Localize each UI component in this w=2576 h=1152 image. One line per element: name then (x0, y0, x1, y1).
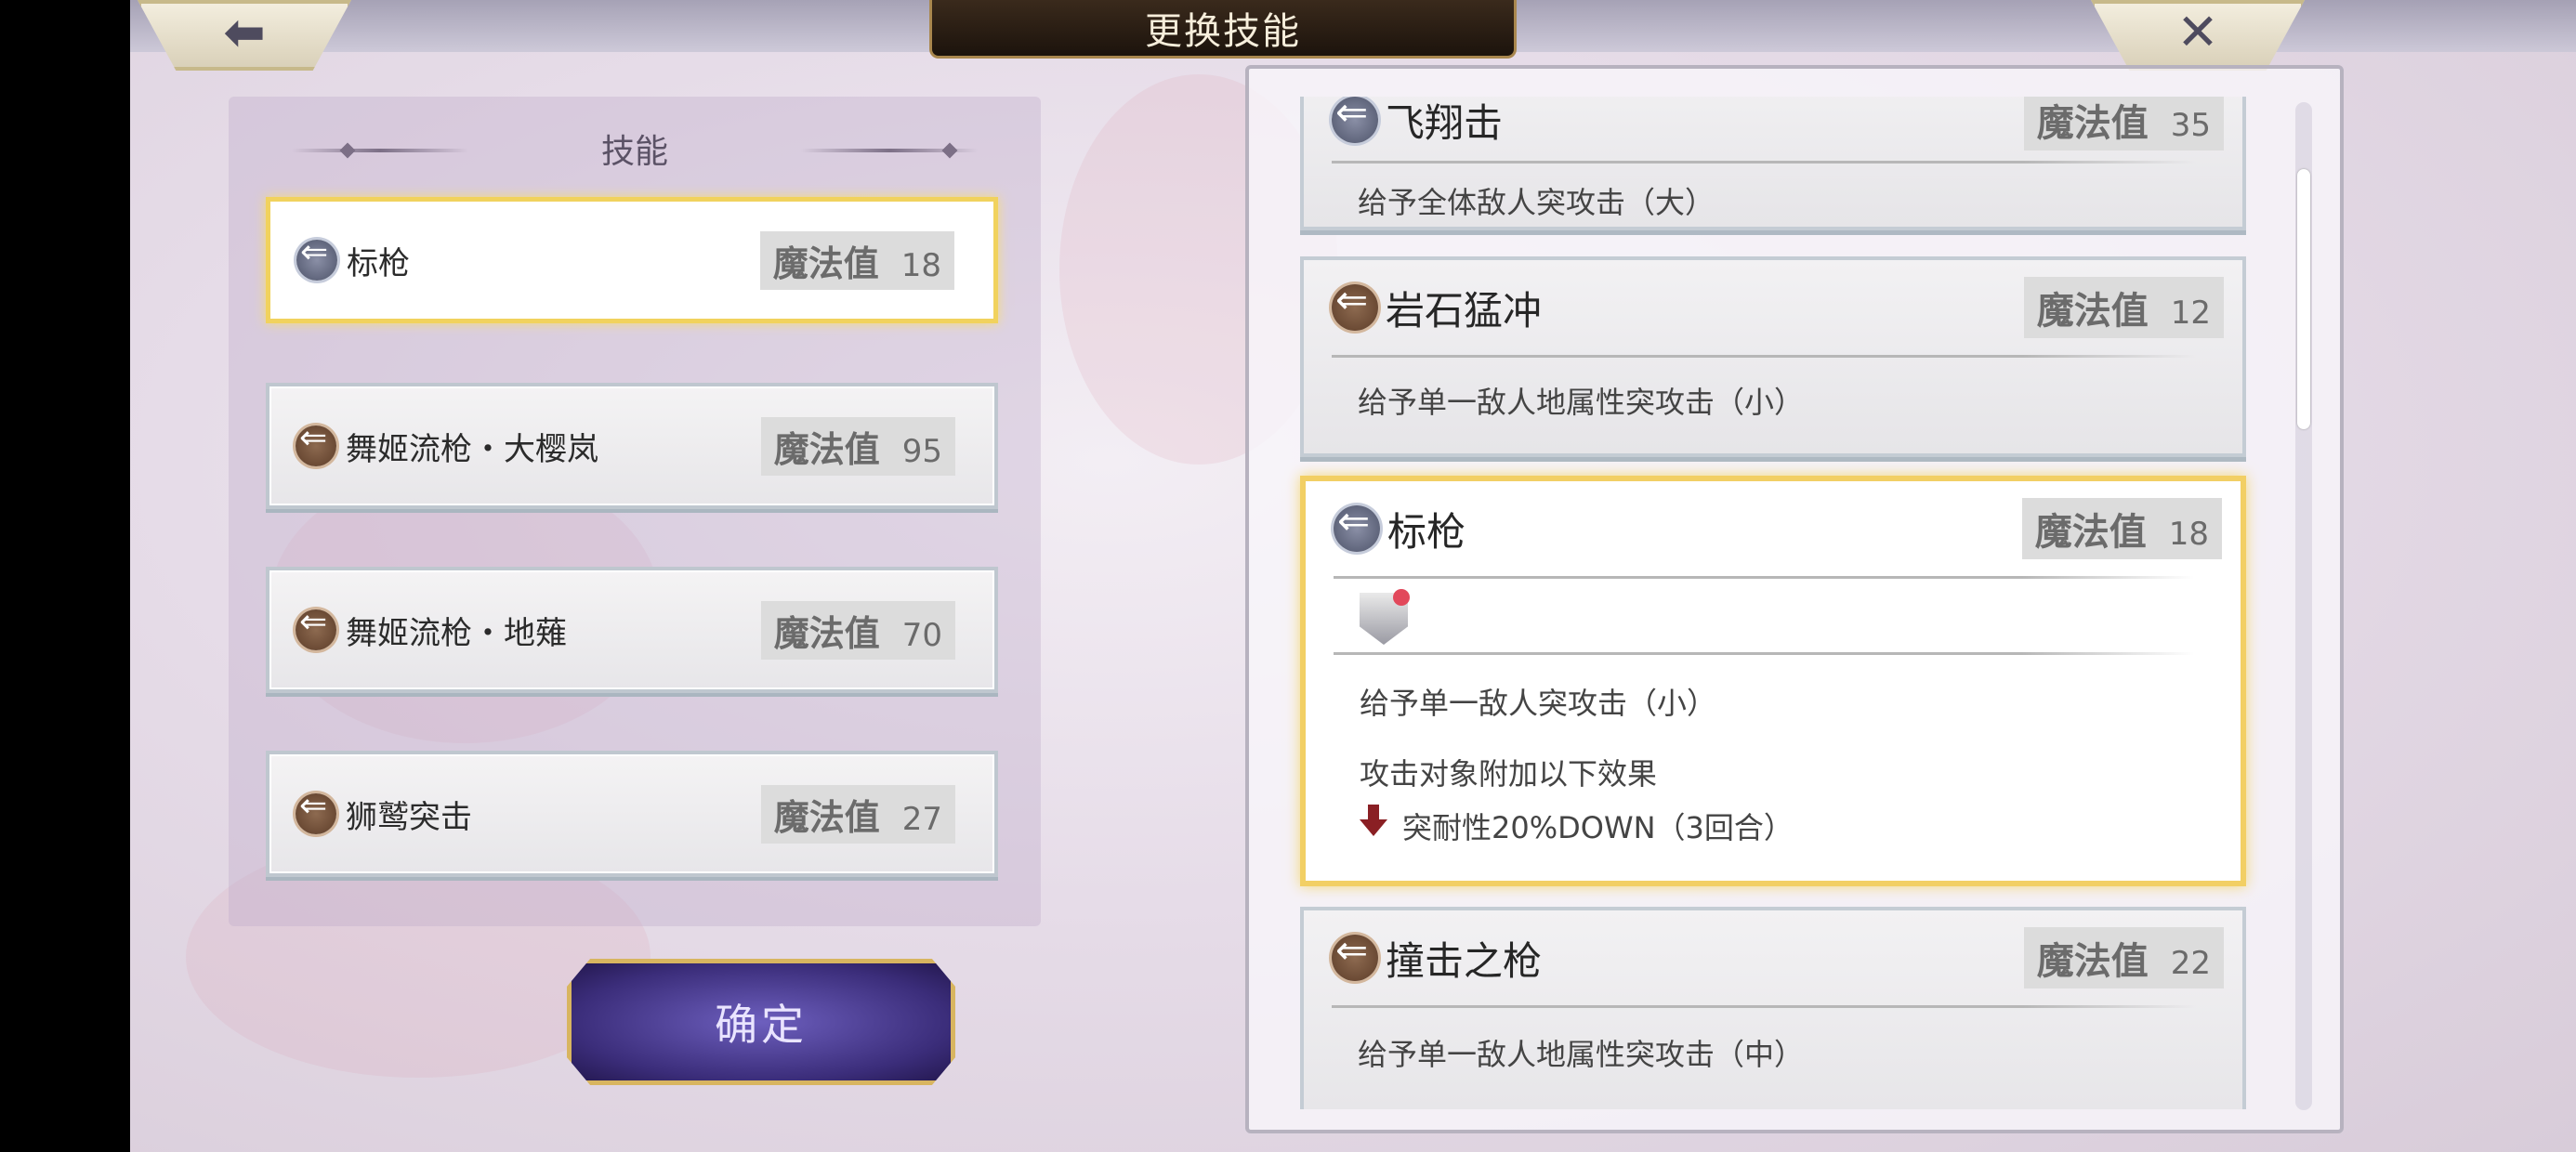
mp-value: 12 (2170, 295, 2211, 332)
spear-icon (296, 236, 337, 281)
mp-label: 魔法值 (2036, 102, 2149, 145)
arrow-left-icon: ⬅ (223, 3, 266, 61)
skill-slot-2[interactable]: 舞姬流枪・大樱岚 魔法值 95 (266, 383, 998, 509)
card-title: 撞击之枪 (1386, 937, 1543, 984)
mp-label: 魔法值 (773, 612, 880, 654)
mp-tag: 魔法值 27 (760, 784, 955, 844)
spear-icon (296, 606, 336, 650)
spear-icon (1332, 281, 1378, 331)
mp-value: 95 (901, 432, 942, 470)
mp-label: 魔法值 (773, 428, 880, 470)
confirm-button[interactable]: 确定 (567, 959, 955, 1085)
mp-label: 魔法值 (773, 796, 880, 838)
skill-card-4[interactable]: 撞击之枪 魔法值 22 给予单一敌人地属性突攻击（中） (1300, 907, 2246, 1109)
mp-tag: 魔法值 95 (760, 416, 955, 476)
close-icon: ✕ (2176, 3, 2219, 61)
card-title: 岩石猛冲 (1386, 287, 1543, 334)
debuff-down-arrow-icon (1360, 805, 1387, 838)
card-description: 给予单一敌人地属性突攻击（小） (1358, 385, 1805, 420)
skill-slot-4[interactable]: 狮鹫突击 魔法值 27 (266, 751, 998, 877)
skill-card-2[interactable]: 岩石猛冲 魔法值 12 给予单一敌人地属性突攻击（小） (1300, 256, 2246, 457)
mp-tag: 魔法值 70 (760, 600, 955, 660)
skill-list[interactable]: 飞翔击 魔法值 35 给予全体敌人突攻击（大） 岩石猛冲 魔法值 12 给予单一… (1249, 97, 2340, 1109)
card-header: 岩石猛冲 魔法值 12 (1332, 277, 2224, 338)
skills-header-label: 技能 (600, 133, 668, 171)
card-description: 给予单一敌人地属性突攻击（中） (1358, 1037, 1805, 1072)
effect-intro: 攻击对象附加以下效果 (1360, 756, 1658, 792)
card-header: 撞击之枪 魔法值 22 (1332, 927, 2224, 988)
mp-value: 27 (901, 800, 942, 838)
mp-tag: 魔法值 12 (2023, 277, 2224, 338)
mp-tag: 魔法值 35 (2023, 97, 2224, 151)
mp-label: 魔法值 (2034, 511, 2147, 554)
spear-icon (296, 422, 336, 466)
skill-slot-name: 标枪 (347, 244, 410, 282)
mp-tag: 魔法值 22 (2023, 927, 2224, 988)
title-bar: 更换技能 (929, 0, 1517, 59)
skill-card-1[interactable]: 飞翔击 魔法值 35 给予全体敌人突攻击（大） (1300, 97, 2246, 230)
effect-text: 突耐性20%DOWN（3回合） (1402, 810, 1794, 845)
mp-value: 18 (2168, 516, 2209, 553)
mp-label: 魔法值 (2036, 290, 2149, 333)
mp-value: 35 (2170, 107, 2211, 144)
card-title: 飞翔击 (1386, 99, 1504, 146)
badge-marker-icon (1393, 589, 1410, 606)
mp-tag: 魔法值 18 (2021, 498, 2222, 559)
skill-slot-name: 狮鹫突击 (346, 798, 472, 836)
card-description: 给予单一敌人突攻击（小） (1360, 686, 1717, 721)
skills-header: 技能 (229, 124, 1041, 173)
divider (1334, 652, 2194, 655)
mp-tag: 魔法值 18 (759, 230, 954, 290)
page-title: 更换技能 (1145, 10, 1301, 53)
mp-value: 22 (2170, 945, 2211, 982)
header-ornament-left (292, 149, 468, 152)
scrollbar-thumb[interactable] (2297, 169, 2310, 429)
divider (1332, 161, 2196, 164)
card-header: 标枪 魔法值 18 (1334, 498, 2222, 559)
spear-icon (1334, 502, 1380, 552)
skill-slot-3[interactable]: 舞姬流枪・地薙 魔法值 70 (266, 567, 998, 693)
mp-value: 70 (901, 616, 942, 654)
mp-label: 魔法值 (2036, 940, 2149, 983)
card-title: 标枪 (1387, 508, 1466, 555)
skill-slot-name: 舞姬流枪・地薙 (346, 614, 567, 652)
mp-label: 魔法值 (772, 242, 879, 284)
skill-card-3-selected[interactable]: 标枪 魔法值 18 给予单一敌人突攻击（小） 攻击对象附加以下效果 突耐性20%… (1300, 476, 2246, 886)
header-ornament-right (801, 149, 978, 152)
spear-icon (1332, 97, 1378, 143)
spear-icon (1332, 931, 1378, 981)
divider (1332, 355, 2196, 358)
divider (1334, 576, 2194, 579)
skill-slot-1[interactable]: 标枪 魔法值 18 (266, 197, 998, 323)
card-description: 给予全体敌人突攻击（大） (1358, 185, 1715, 220)
skill-slot-name: 舞姬流枪・大樱岚 (346, 430, 598, 468)
spear-icon (296, 790, 336, 834)
skill-list-panel: 飞翔击 魔法值 35 给予全体敌人突攻击（大） 岩石猛冲 魔法值 12 给予单一… (1245, 65, 2344, 1133)
mp-value: 18 (900, 246, 941, 284)
confirm-label: 确定 (715, 1000, 808, 1050)
card-header: 飞翔击 魔法值 35 (1332, 97, 2224, 151)
divider (1332, 1005, 2196, 1008)
